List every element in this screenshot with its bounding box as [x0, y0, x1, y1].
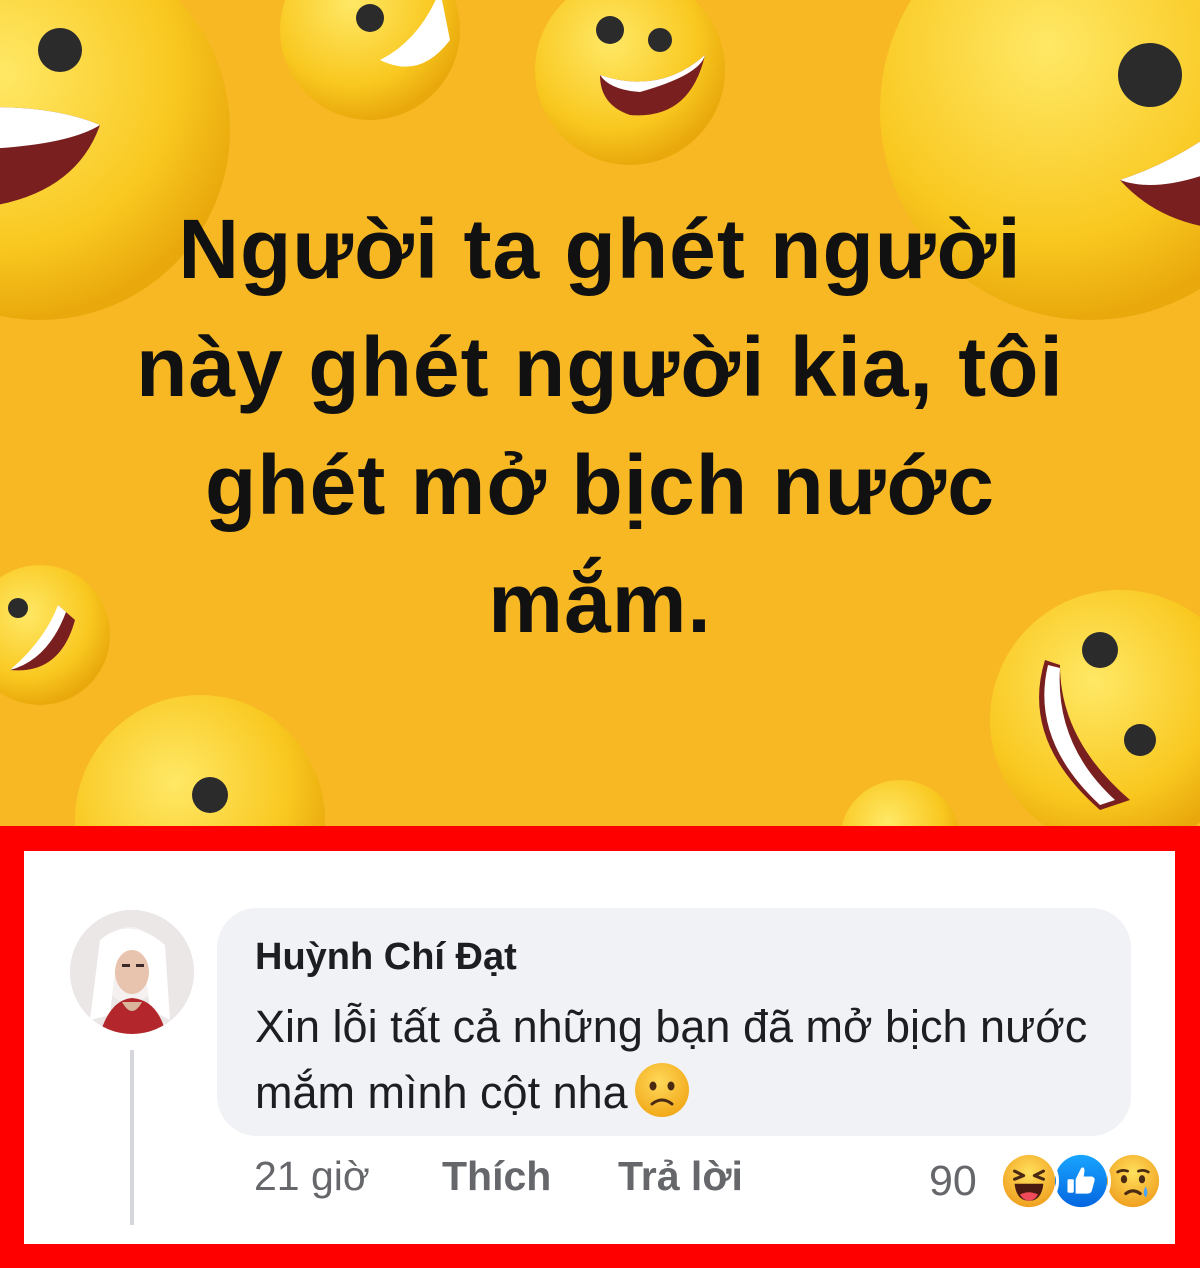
comment-timestamp[interactable]: 21 giờ — [254, 1153, 370, 1200]
reply-button[interactable]: Trả lời — [618, 1153, 743, 1200]
frowning-face-icon — [634, 1063, 689, 1117]
post-caption: Người ta ghét người này ghét người kia, … — [90, 190, 1110, 662]
post-image: Người ta ghét người này ghét người kia, … — [0, 0, 1200, 830]
laughing-emoji-icon — [75, 695, 325, 830]
laughing-emoji-icon — [535, 0, 725, 165]
post-caption-line: này ghét người kia, tôi — [136, 320, 1064, 414]
comment-author[interactable]: Huỳnh Chí Đạt — [255, 936, 517, 979]
post-caption-line: Người ta ghét người — [178, 202, 1022, 296]
laughing-emoji-icon — [280, 0, 460, 120]
comment: Huỳnh Chí Đạt Xin lỗi tất cả những bạn đ… — [24, 851, 1175, 1244]
avatar[interactable] — [70, 910, 194, 1034]
post-caption-line: ghét mở bịch nước — [205, 438, 995, 532]
haha-icon — [999, 1151, 1059, 1211]
like-button[interactable]: Thích — [442, 1153, 551, 1200]
post-caption-line: mắm. — [488, 556, 712, 650]
like-icon — [1051, 1151, 1111, 1211]
comment-text: Xin lỗi tất cả những bạn đã mở bịch nước… — [255, 994, 1115, 1126]
comment-bubble: Huỳnh Chí Đạt Xin lỗi tất cả những bạn đ… — [217, 908, 1131, 1136]
sad-icon — [1103, 1151, 1163, 1211]
reaction-count: 90 — [929, 1157, 977, 1205]
thread-line — [130, 1050, 134, 1225]
user-avatar-icon — [70, 910, 194, 1034]
